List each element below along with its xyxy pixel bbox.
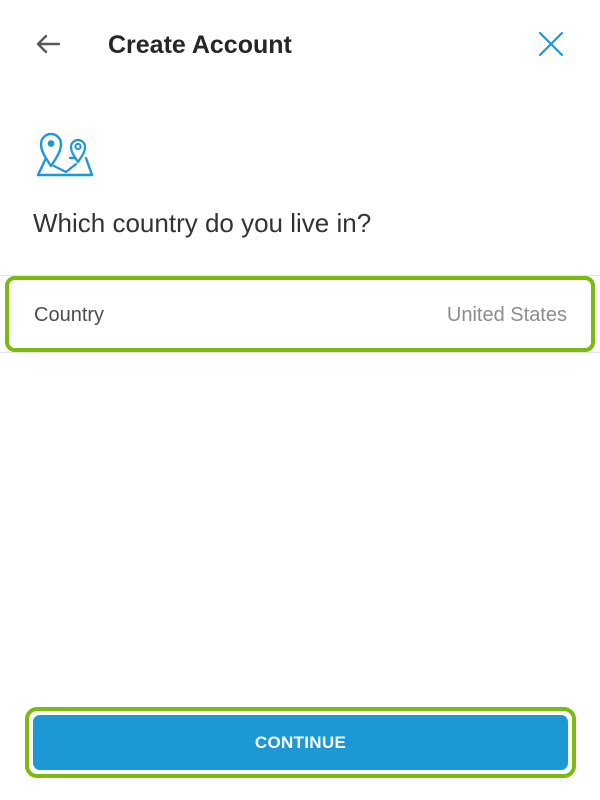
close-icon xyxy=(538,31,564,57)
continue-button[interactable]: CONTINUE xyxy=(33,715,568,770)
map-location-pins-icon xyxy=(36,132,94,177)
app-bar: Create Account xyxy=(0,0,600,90)
back-button[interactable] xyxy=(30,26,66,62)
country-select-row[interactable]: Country United States xyxy=(5,276,595,352)
country-question: Which country do you live in? xyxy=(33,208,372,238)
page-title: Create Account xyxy=(108,31,292,59)
country-value: United States xyxy=(446,304,567,326)
arrow-left-icon xyxy=(36,34,61,54)
close-button[interactable] xyxy=(532,25,570,63)
create-account-screen: Create Account Which country do you live… xyxy=(0,0,600,800)
country-label: Country xyxy=(34,304,105,326)
